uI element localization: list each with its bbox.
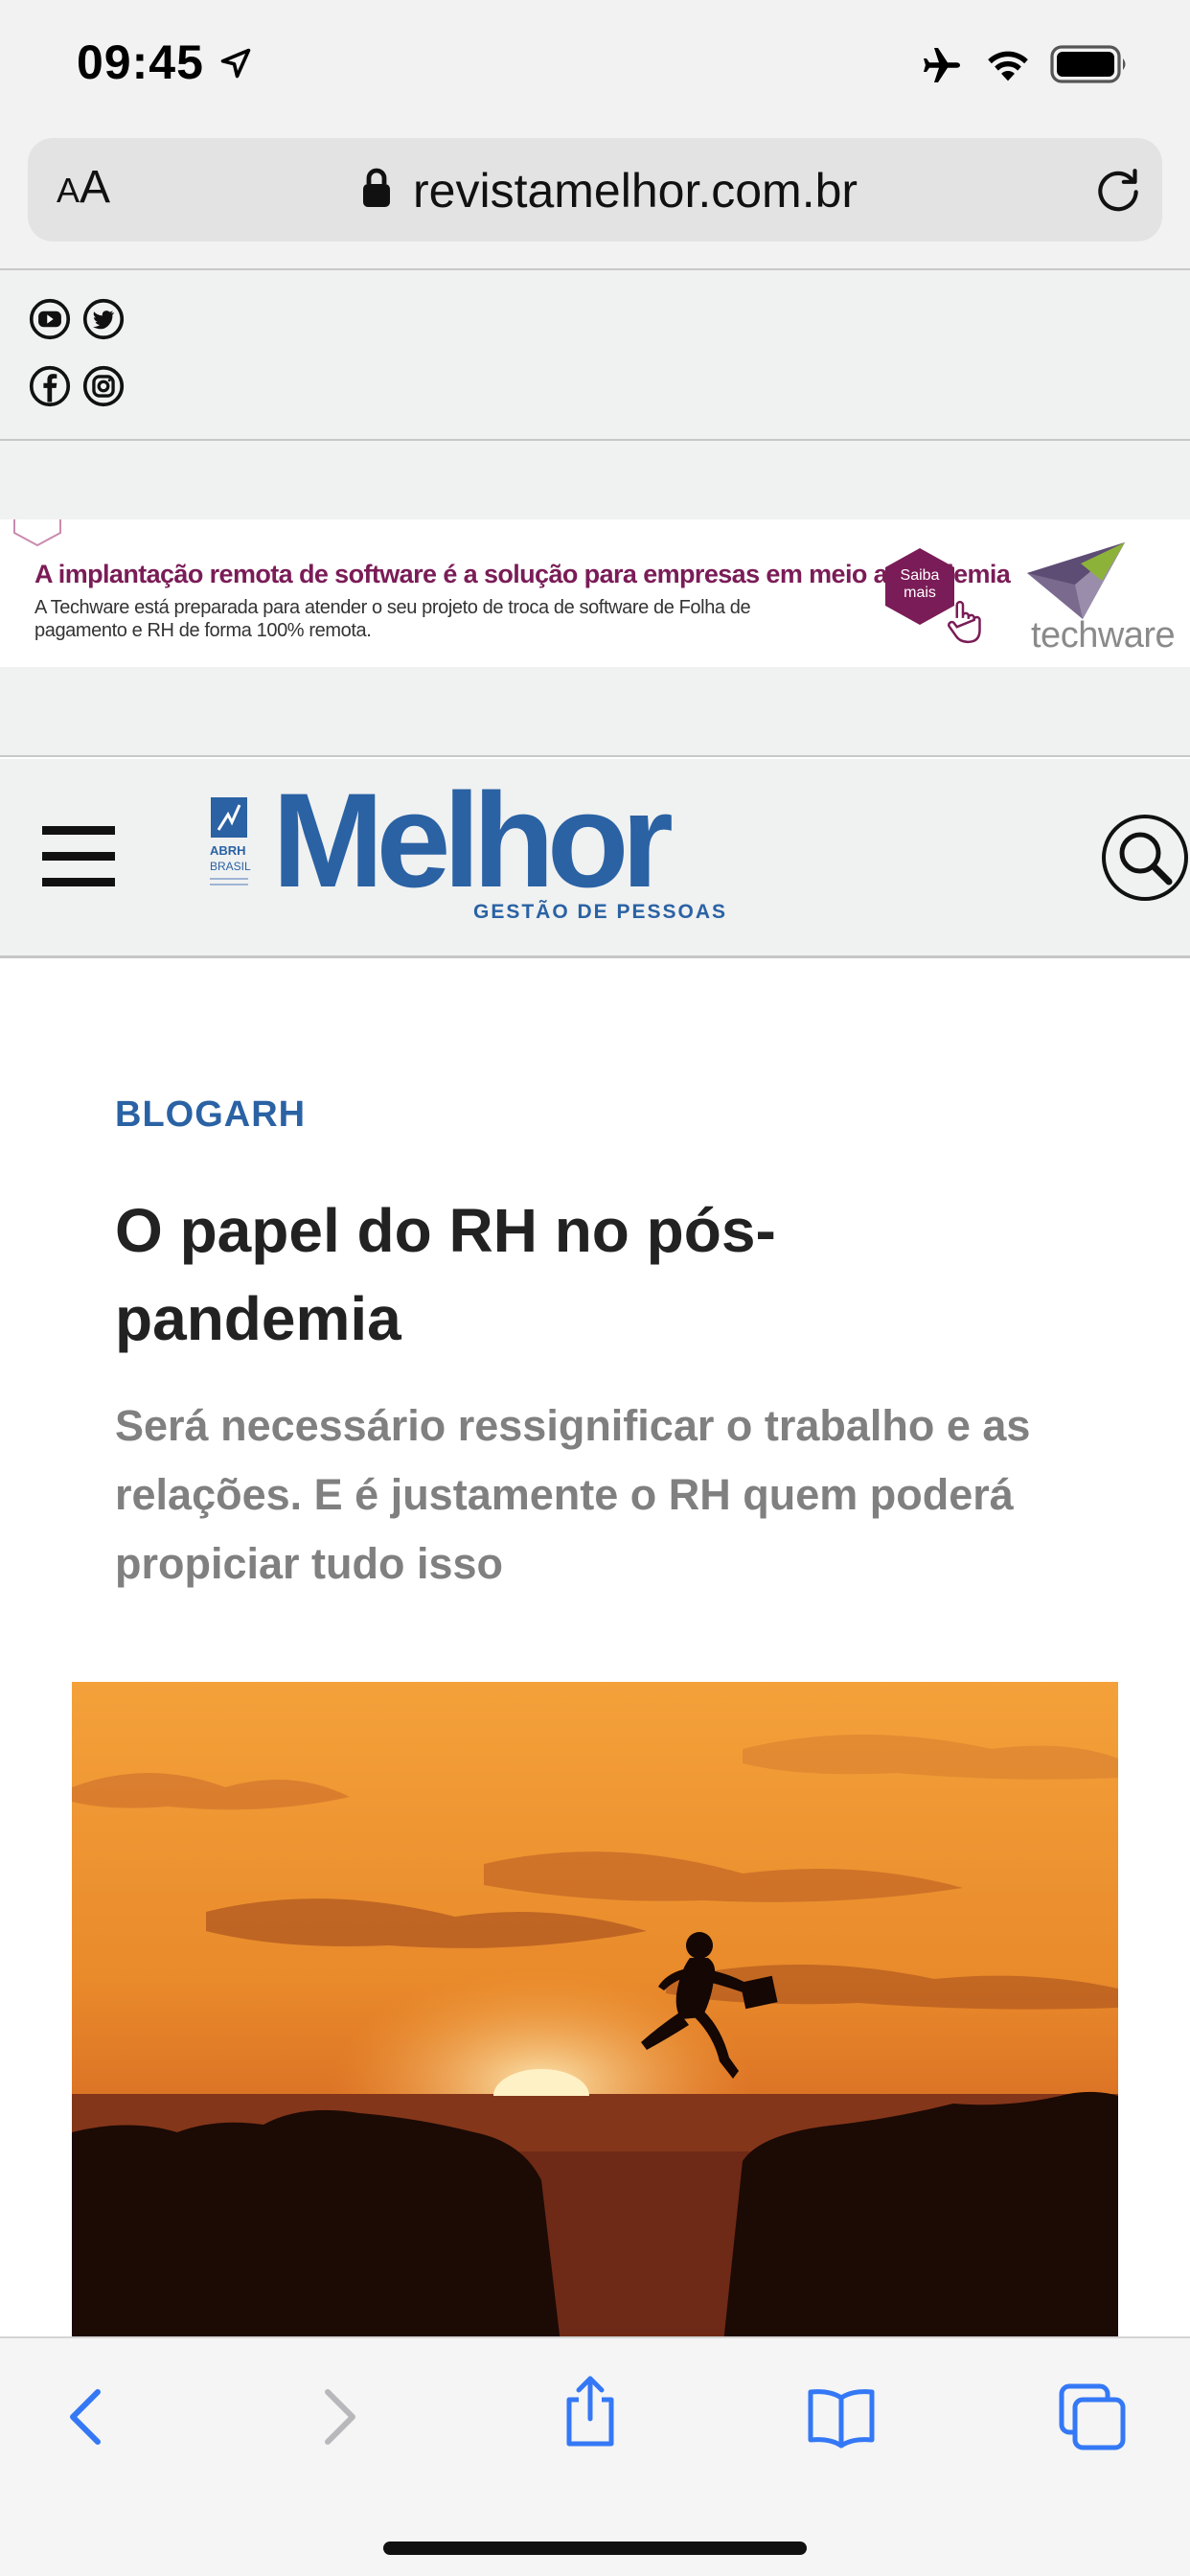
lock-icon bbox=[363, 168, 390, 207]
site-logo[interactable]: Melhor bbox=[272, 769, 674, 912]
abrh-brasil-logo[interactable]: ABRH BRASIL bbox=[207, 795, 253, 903]
wifi-icon bbox=[988, 51, 1028, 81]
share-icon[interactable] bbox=[552, 2373, 629, 2450]
browser-toolbar bbox=[0, 2336, 1190, 2576]
ad-headline: A implantação remota de software é a sol… bbox=[34, 560, 1011, 588]
reload-icon[interactable] bbox=[1091, 163, 1145, 217]
airplane-icon bbox=[924, 48, 960, 82]
social-links-bar bbox=[0, 270, 1190, 441]
article-subtitle: Será necessário ressignificar o trabalho… bbox=[115, 1401, 1031, 1588]
article-title: O papel do RH no pós-pandemia bbox=[115, 1186, 1073, 1363]
svg-text:ABRH: ABRH bbox=[210, 843, 246, 858]
article-title-line-1: O papel do RH no pós- bbox=[115, 1196, 776, 1265]
ad-body: A Techware está preparada para atender o… bbox=[34, 597, 751, 641]
ad-cta-label[interactable]: Saiba mais bbox=[883, 567, 956, 602]
ad-area: A implantação remota de software é a sol… bbox=[0, 441, 1190, 757]
battery-icon bbox=[1050, 45, 1126, 83]
ad-choices-icon[interactable] bbox=[13, 519, 61, 546]
address-bar[interactable]: AA revistamelhor.com.br bbox=[28, 138, 1162, 242]
text-size-small-label: A bbox=[57, 171, 80, 210]
tabs-icon[interactable] bbox=[1054, 2379, 1131, 2455]
article-category[interactable]: BLOGARH bbox=[115, 1094, 306, 1136]
facebook-icon[interactable] bbox=[29, 365, 71, 407]
article-title-line-2: pandemia bbox=[115, 1284, 401, 1353]
browser-address-area: AA revistamelhor.com.br bbox=[0, 134, 1190, 270]
site-header: ABRH BRASIL Melhor GESTÃO DE PESSOAS bbox=[0, 759, 1190, 958]
status-time: 09:45 bbox=[77, 35, 204, 89]
twitter-icon[interactable] bbox=[82, 298, 125, 340]
techware-logo-mark bbox=[1027, 542, 1125, 619]
text-size-button[interactable]: AA bbox=[57, 161, 110, 214]
instagram-icon[interactable] bbox=[82, 365, 125, 407]
bookmarks-icon[interactable] bbox=[803, 2379, 880, 2455]
ad-banner[interactable]: A implantação remota de software é a sol… bbox=[0, 519, 1190, 667]
site-logo-tagline: GESTÃO DE PESSOAS bbox=[473, 901, 728, 923]
forward-icon[interactable] bbox=[299, 2379, 376, 2455]
svg-text:BRASIL: BRASIL bbox=[210, 860, 251, 873]
text-size-large-label: A bbox=[80, 162, 111, 213]
search-icon[interactable] bbox=[1100, 813, 1190, 903]
menu-button[interactable] bbox=[42, 826, 117, 887]
article-hero-image[interactable] bbox=[72, 1682, 1118, 2343]
location-arrow-icon bbox=[220, 48, 251, 79]
pointer-hand-icon bbox=[948, 600, 981, 644]
back-icon[interactable] bbox=[50, 2379, 126, 2455]
home-indicator bbox=[383, 2542, 807, 2555]
url-text[interactable]: revistamelhor.com.br bbox=[413, 163, 858, 218]
youtube-icon[interactable] bbox=[29, 298, 71, 340]
techware-wordmark: techware bbox=[1031, 615, 1176, 656]
status-bar: 09:45 bbox=[0, 0, 1190, 134]
